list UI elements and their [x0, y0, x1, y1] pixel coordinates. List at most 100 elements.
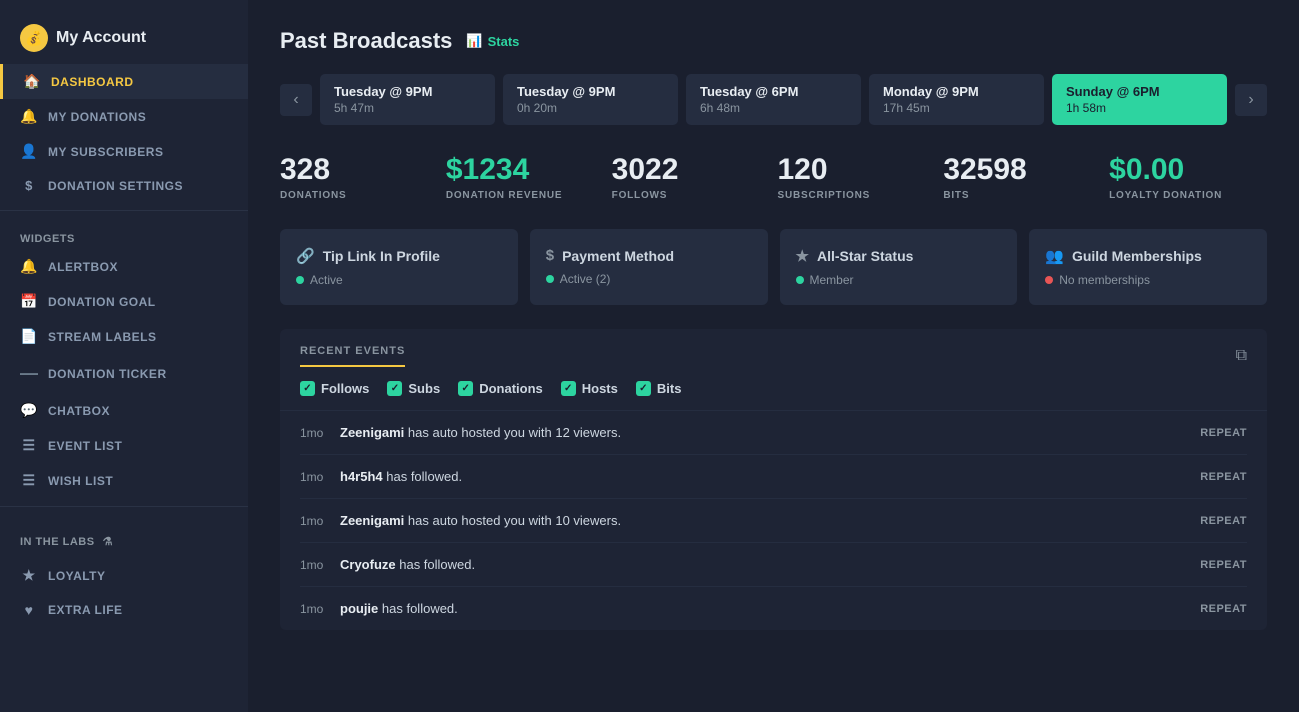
stat-bits-label: Bits: [943, 190, 969, 201]
sidebar-nav-widgets: 🔔 Alertbox 📅 Donation Goal 📄 Stream Labe…: [0, 249, 248, 498]
chatbox-icon: 💬: [20, 402, 38, 419]
sidebar-item-my-subscribers[interactable]: 👤 My Subscribers: [0, 134, 248, 169]
account-icon: 💰: [20, 24, 48, 52]
stat-bits: 32598 Bits: [935, 153, 1101, 201]
copy-icon[interactable]: ⧉: [1236, 347, 1247, 365]
labs-label: In The Labs: [20, 536, 95, 548]
stats-link[interactable]: 📊 Stats: [466, 33, 519, 49]
event-action-1[interactable]: REPEAT: [1200, 471, 1247, 483]
sidebar-item-chatbox-label: Chatbox: [48, 404, 110, 418]
widget-card-payment-method[interactable]: $ Payment Method Active (2): [530, 229, 768, 305]
sidebar-item-extra-life[interactable]: ♥ Extra Life: [0, 593, 248, 627]
broadcast-card-1[interactable]: Tuesday @ 9PM 0h 20m: [503, 74, 678, 125]
filter-donations[interactable]: ✓ Donations: [458, 381, 543, 396]
main-content: Past Broadcasts 📊 Stats ‹ Tuesday @ 9PM …: [248, 0, 1299, 712]
filter-hosts[interactable]: ✓ Hosts: [561, 381, 618, 396]
stat-loyalty-donation: $0.00 Loyalty Donation: [1101, 153, 1267, 201]
filter-subs-checkbox[interactable]: ✓: [387, 381, 402, 396]
carousel-prev-button[interactable]: ‹: [280, 84, 312, 116]
labs-header: In The Labs ⚗: [0, 525, 248, 558]
event-text-4: poujie has followed.: [340, 601, 1200, 616]
stat-donations-value: 328: [280, 153, 330, 186]
sidebar-item-donation-settings-label: Donation Settings: [48, 179, 183, 193]
widget-card-payment-method-status: Active (2): [546, 272, 752, 286]
stat-donations: 328 Donations: [280, 153, 438, 201]
filter-subs[interactable]: ✓ Subs: [387, 381, 440, 396]
filter-follows[interactable]: ✓ Follows: [300, 381, 369, 396]
all-star-icon: ★: [796, 247, 809, 265]
carousel-next-button[interactable]: ›: [1235, 84, 1267, 116]
sidebar-item-donation-goal[interactable]: 📅 Donation Goal: [0, 284, 248, 319]
filter-bits-checkbox[interactable]: ✓: [636, 381, 651, 396]
broadcast-dur-4: 1h 58m: [1066, 101, 1213, 115]
filter-bits[interactable]: ✓ Bits: [636, 381, 682, 396]
sidebar-item-wish-list-label: Wish List: [48, 474, 113, 488]
follows-check-icon: ✓: [303, 383, 311, 394]
sidebar-item-donation-ticker[interactable]: — Donation Ticker: [0, 354, 248, 393]
broadcast-card-0[interactable]: Tuesday @ 9PM 5h 47m: [320, 74, 495, 125]
sidebar-item-wish-list[interactable]: ☰ Wish List: [0, 463, 248, 498]
event-action-3[interactable]: REPEAT: [1200, 559, 1247, 571]
sidebar-nav-main: 🏠 Dashboard 🔔 My Donations 👤 My Subscrib…: [0, 64, 248, 202]
event-row-4: 1mo poujie has followed. REPEAT: [300, 587, 1247, 630]
subscribers-icon: 👤: [20, 143, 38, 160]
event-time-1: 1mo: [300, 470, 340, 484]
stat-donation-revenue-label: Donation Revenue: [446, 190, 563, 201]
stat-donations-label: Donations: [280, 190, 346, 201]
broadcast-carousel: ‹ Tuesday @ 9PM 5h 47m Tuesday @ 9PM 0h …: [280, 74, 1267, 125]
donation-goal-icon: 📅: [20, 293, 38, 310]
widget-card-guild-memberships-status: No memberships: [1045, 273, 1251, 287]
sidebar-item-loyalty[interactable]: ★ Loyalty: [0, 558, 248, 593]
sidebar-item-dashboard[interactable]: 🏠 Dashboard: [0, 64, 248, 99]
recent-events-section: Recent Events ⧉ ✓ Follows ✓ Subs ✓ Donat: [280, 329, 1267, 630]
event-actor-1: h4r5h4: [340, 469, 383, 484]
stream-labels-icon: 📄: [20, 328, 38, 345]
stat-subscriptions-value: 120: [777, 153, 827, 186]
stat-subscriptions: 120 Subscriptions: [769, 153, 935, 201]
sidebar-item-stream-labels[interactable]: 📄 Stream Labels: [0, 319, 248, 354]
sidebar-item-event-list[interactable]: ☰ Event List: [0, 428, 248, 463]
filter-donations-label: Donations: [479, 381, 543, 396]
event-row-0: 1mo Zeenigami has auto hosted you with 1…: [300, 411, 1247, 455]
guild-memberships-status-text: No memberships: [1059, 273, 1150, 287]
broadcast-card-3[interactable]: Monday @ 9PM 17h 45m: [869, 74, 1044, 125]
event-time-3: 1mo: [300, 558, 340, 572]
sidebar: 💰 My Account 🏠 Dashboard 🔔 My Donations …: [0, 0, 248, 712]
filter-subs-label: Subs: [408, 381, 440, 396]
widget-card-all-star-status: Member: [796, 273, 1002, 287]
sidebar-item-event-list-label: Event List: [48, 439, 122, 453]
widget-cards: 🔗 Tip Link In Profile Active $ Payment M…: [280, 229, 1267, 305]
sidebar-item-my-donations[interactable]: 🔔 My Donations: [0, 99, 248, 134]
stat-follows: 3022 Follows: [604, 153, 770, 201]
hosts-check-icon: ✓: [564, 383, 572, 394]
broadcast-card-2[interactable]: Tuesday @ 6PM 6h 48m: [686, 74, 861, 125]
filter-donations-checkbox[interactable]: ✓: [458, 381, 473, 396]
sidebar-item-donation-settings[interactable]: $ Donation Settings: [0, 169, 248, 202]
broadcast-day-3: Monday @ 9PM: [883, 84, 1030, 99]
account-name: My Account: [56, 29, 146, 47]
event-actor-4: poujie: [340, 601, 378, 616]
widget-card-guild-memberships[interactable]: 👥 Guild Memberships No memberships: [1029, 229, 1267, 305]
stat-donation-revenue-value: $1234: [446, 153, 529, 186]
payment-method-status-dot: [546, 275, 554, 283]
widget-card-tip-link-label: Tip Link In Profile: [323, 248, 440, 264]
all-star-status-text: Member: [810, 273, 854, 287]
broadcast-card-4[interactable]: Sunday @ 6PM 1h 58m: [1052, 74, 1227, 125]
wish-list-icon: ☰: [20, 472, 38, 489]
broadcast-dur-1: 0h 20m: [517, 101, 664, 115]
filter-follows-checkbox[interactable]: ✓: [300, 381, 315, 396]
widget-card-payment-method-label: Payment Method: [562, 248, 674, 264]
labs-section: In The Labs ⚗ ★ Loyalty ♥ Extra Life: [0, 515, 248, 633]
sidebar-item-chatbox[interactable]: 💬 Chatbox: [0, 393, 248, 428]
widget-card-all-star-label: All-Star Status: [817, 248, 913, 264]
event-action-0[interactable]: REPEAT: [1200, 427, 1247, 439]
stat-follows-value: 3022: [612, 153, 679, 186]
event-action-4[interactable]: REPEAT: [1200, 603, 1247, 615]
event-action-2[interactable]: REPEAT: [1200, 515, 1247, 527]
broadcast-day-0: Tuesday @ 9PM: [334, 84, 481, 99]
sidebar-item-alertbox[interactable]: 🔔 Alertbox: [0, 249, 248, 284]
filter-hosts-checkbox[interactable]: ✓: [561, 381, 576, 396]
widget-card-tip-link[interactable]: 🔗 Tip Link In Profile Active: [280, 229, 518, 305]
stat-loyalty-donation-value: $0.00: [1109, 153, 1184, 186]
widget-card-all-star-status[interactable]: ★ All-Star Status Member: [780, 229, 1018, 305]
